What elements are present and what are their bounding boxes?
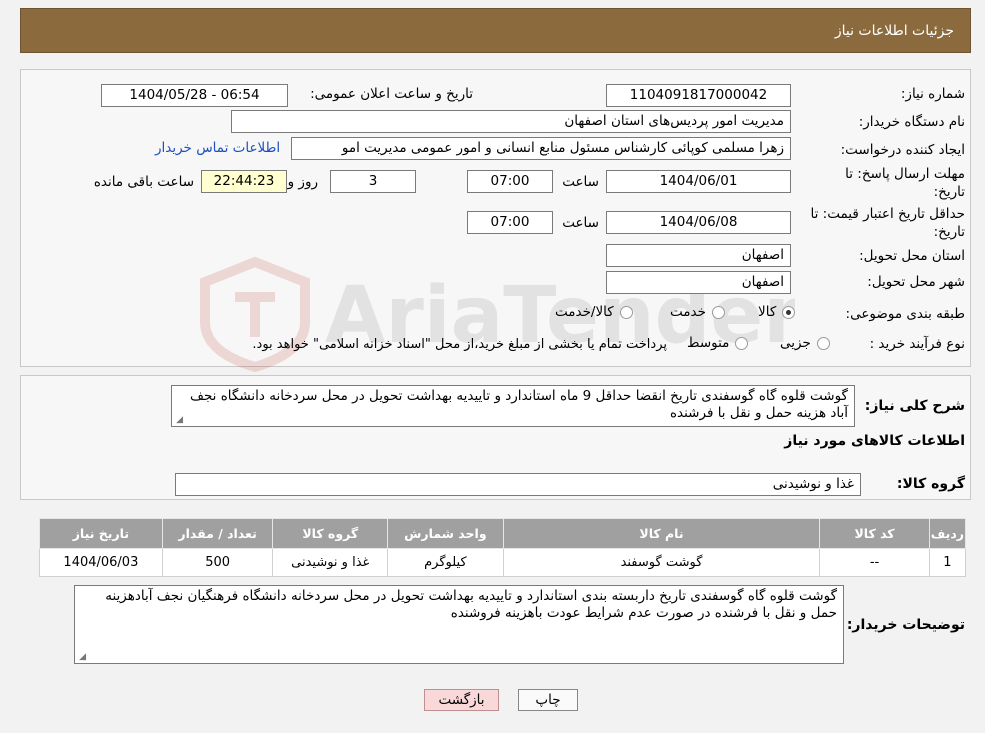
treasury-payment-note: پرداخت تمام یا بخشی از مبلغ خرید،از محل …	[252, 337, 667, 352]
remaining-time-field: 22:44:23	[201, 170, 287, 193]
table-header-row: ردیف کد کالا نام کالا واحد شمارش گروه کا…	[39, 518, 967, 549]
goods-group-field[interactable]: غذا و نوشیدنی	[175, 473, 861, 496]
requester-label: ایجاد کننده درخواست:	[840, 142, 965, 158]
column-header: نام کالا	[502, 518, 821, 549]
need-number-label: شماره نیاز:	[900, 86, 965, 102]
radio-unselected-icon	[619, 305, 633, 319]
buyer-contact-link[interactable]: اطلاعات تماس خریدار	[155, 140, 280, 156]
delivery-province-field[interactable]: اصفهان	[606, 244, 791, 267]
radio-unselected-icon	[816, 336, 830, 350]
cell-item-group: غذا و نوشیدنی	[272, 548, 389, 577]
category-label: طبقه بندی موضوعی:	[845, 306, 965, 322]
column-header: ردیف	[928, 518, 967, 549]
need-number-field[interactable]: 1104091817000042	[606, 84, 791, 107]
cell-item-name: گوشت گوسفند	[502, 548, 821, 577]
buyer-notes-textarea[interactable]: گوشت قلوه گاه گوسفندی تاریخ داربسته بندی…	[74, 585, 844, 664]
price-validity-time-field[interactable]: 07:00	[467, 211, 553, 234]
cell-unit: کیلوگرم	[387, 548, 504, 577]
column-header: تاریخ نیاز	[39, 518, 163, 549]
buyer-notes-text: گوشت قلوه گاه گوسفندی تاریخ داربسته بندی…	[105, 588, 837, 621]
cell-item-code: --	[819, 548, 930, 577]
goods-section-title: اطلاعات کالاهای مورد نیاز	[784, 433, 965, 449]
delivery-city-field[interactable]: اصفهان	[606, 271, 791, 294]
requester-field[interactable]: زهرا مسلمی کوپائی کارشناس مسئول منابع ان…	[291, 137, 791, 160]
resize-handle-icon[interactable]: ◢	[174, 416, 183, 425]
resize-handle-icon[interactable]: ◢	[77, 653, 86, 662]
process-radio-medium[interactable]: متوسط	[687, 335, 749, 351]
days-remaining-field[interactable]: 3	[330, 170, 416, 193]
back-button[interactable]: بازگشت	[424, 689, 499, 711]
radio-unselected-icon	[711, 305, 725, 319]
process-radio-minor[interactable]: جزیی	[780, 335, 830, 351]
delivery-city-label: شهر محل تحویل:	[867, 274, 965, 290]
column-header: واحد شمارش	[387, 518, 504, 549]
price-validity-label-line1: حداقل تاریخ اعتبار قیمت: تا	[810, 206, 965, 222]
category-radio-goods[interactable]: کالا	[758, 304, 796, 320]
price-validity-label-line2: تاریخ:	[933, 224, 965, 240]
print-button[interactable]: چاپ	[518, 689, 578, 711]
items-table: ردیف کد کالا نام کالا واحد شمارش گروه کا…	[39, 518, 967, 577]
delivery-province-label: استان محل تحویل:	[859, 248, 965, 264]
radio-selected-icon	[782, 305, 796, 319]
deadline-time-field[interactable]: 07:00	[467, 170, 553, 193]
deadline-date-field[interactable]: 1404/06/01	[606, 170, 791, 193]
cell-need-date: 1404/06/03	[39, 548, 163, 577]
announce-datetime-field[interactable]: 1404/05/28 - 06:54	[101, 84, 288, 107]
buyer-org-field[interactable]: مدیریت امور پردیس‌های استان اصفهان	[231, 110, 791, 133]
category-radio-service[interactable]: خدمت	[670, 304, 725, 320]
purchase-process-label: نوع فرآیند خرید :	[869, 336, 965, 352]
column-header: کد کالا	[819, 518, 930, 549]
column-header: تعداد / مقدار	[161, 518, 274, 549]
category-radio-goods-service[interactable]: کالا/خدمت	[555, 304, 633, 320]
page-title: جزئیات اطلاعات نیاز	[834, 22, 954, 39]
radio-unselected-icon	[735, 336, 749, 350]
cell-row-number: 1	[928, 548, 967, 577]
column-header: گروه کالا	[272, 518, 389, 549]
page-header: جزئیات اطلاعات نیاز	[20, 8, 971, 53]
cell-quantity: 500	[161, 548, 274, 577]
days-label: روز و	[287, 174, 318, 190]
announce-datetime-label: تاریخ و ساعت اعلان عمومی:	[310, 86, 473, 102]
deadline-label-line2: تاریخ:	[933, 184, 965, 200]
buyer-org-label: نام دستگاه خریدار:	[858, 114, 965, 130]
description-label: شرح کلی نیاز:	[864, 398, 965, 414]
buyer-notes-label: توضیحات خریدار:	[846, 617, 965, 633]
goods-group-label: گروه کالا:	[896, 476, 965, 492]
deadline-label-line1: مهلت ارسال پاسخ: تا	[845, 166, 965, 182]
remaining-time-label: ساعت باقی مانده	[93, 174, 194, 190]
deadline-time-label: ساعت	[562, 174, 599, 190]
price-validity-time-label: ساعت	[562, 215, 599, 231]
description-textarea[interactable]: گوشت قلوه گاه گوسفندی تاریخ انقضا حداقل …	[171, 385, 855, 427]
table-row[interactable]: 1 -- گوشت گوسفند کیلوگرم غذا و نوشیدنی 5…	[39, 548, 967, 577]
description-text: گوشت قلوه گاه گوسفندی تاریخ انقضا حداقل …	[189, 388, 848, 421]
price-validity-date-field[interactable]: 1404/06/08	[606, 211, 791, 234]
